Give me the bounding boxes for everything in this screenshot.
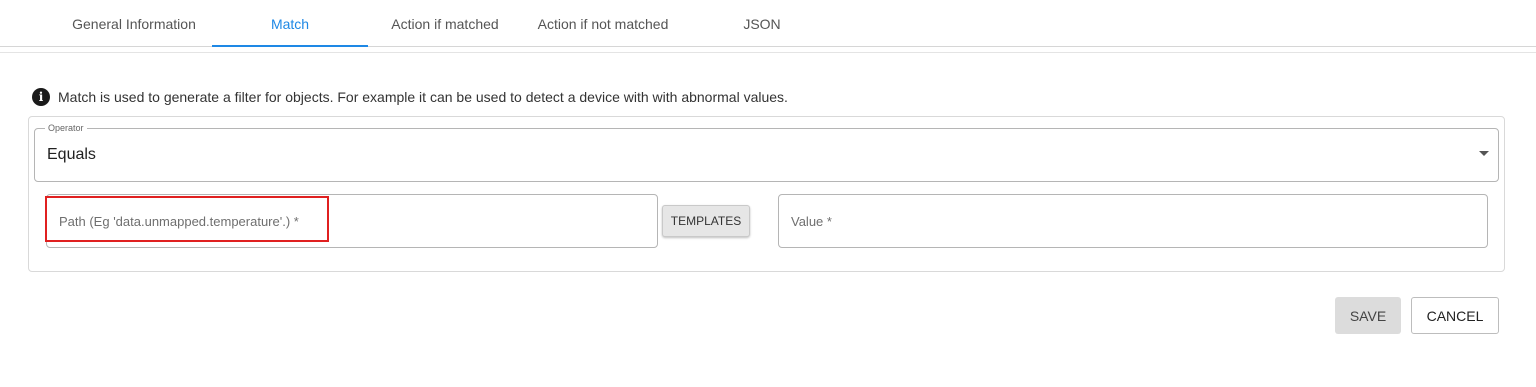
tab-action-if-matched[interactable]: Action if matched — [378, 0, 512, 47]
active-tab-indicator — [212, 45, 368, 47]
info-text: Match is used to generate a filter for o… — [58, 89, 788, 105]
operator-select[interactable]: Operator Equals — [34, 122, 1499, 182]
save-button[interactable]: SAVE — [1335, 297, 1401, 334]
cancel-button[interactable]: CANCEL — [1411, 297, 1499, 334]
value-input[interactable] — [779, 195, 1487, 247]
tab-json[interactable]: JSON — [724, 0, 800, 47]
info-message: i Match is used to generate a filter for… — [32, 87, 788, 107]
tab-bar: General Information Match Action if matc… — [0, 0, 1536, 47]
tab-action-if-not-matched[interactable]: Action if not matched — [522, 0, 684, 47]
path-input[interactable] — [47, 195, 657, 247]
templates-button[interactable]: TEMPLATES — [662, 205, 750, 237]
tab-match[interactable]: Match — [212, 0, 368, 47]
tab-general-information[interactable]: General Information — [56, 0, 212, 47]
operator-label: Operator — [45, 122, 87, 134]
tab-divider — [0, 52, 1536, 53]
value-field — [778, 194, 1488, 248]
rule-editor-page: General Information Match Action if matc… — [0, 0, 1536, 387]
dropdown-arrow-icon[interactable] — [1479, 151, 1489, 156]
path-field — [46, 194, 658, 248]
operator-value: Equals — [47, 146, 96, 163]
info-icon: i — [32, 88, 50, 106]
